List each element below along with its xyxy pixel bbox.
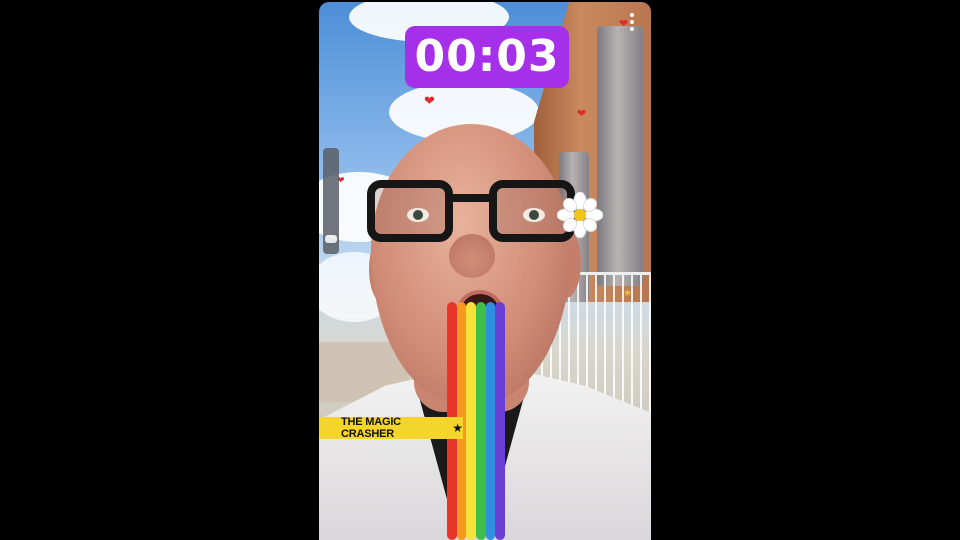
heart-icon: ❤	[577, 108, 587, 120]
zoom-slider[interactable]	[323, 148, 339, 254]
rainbow-stripe	[485, 302, 496, 540]
glasses-bridge	[449, 194, 493, 202]
recording-timer: 00:03	[405, 26, 569, 88]
left-eye	[407, 208, 429, 222]
lens-name-banner[interactable]: THE MAGIC CRASHER ★	[319, 416, 463, 440]
rainbow-stripe	[476, 302, 486, 540]
zoom-slider-thumb[interactable]	[325, 234, 337, 243]
right-eye	[523, 208, 545, 222]
daisy-sticker	[556, 191, 604, 239]
nose	[449, 234, 495, 278]
left-lens	[367, 180, 453, 242]
star-icon: ★	[452, 421, 463, 435]
sparkle-icon: ★	[623, 288, 632, 299]
pillar	[597, 26, 643, 286]
heart-icon: ❤	[424, 93, 435, 108]
more-vertical-icon[interactable]	[624, 12, 640, 32]
lens-name-label: THE MAGIC CRASHER	[341, 416, 401, 440]
rainbow-stripe	[495, 302, 506, 540]
rainbow-stripe	[466, 302, 477, 540]
camera-viewport[interactable]: ❤ ❤ ❤ ❤ ★ 00:03 THE MAGIC CRASHER ★	[319, 2, 651, 540]
